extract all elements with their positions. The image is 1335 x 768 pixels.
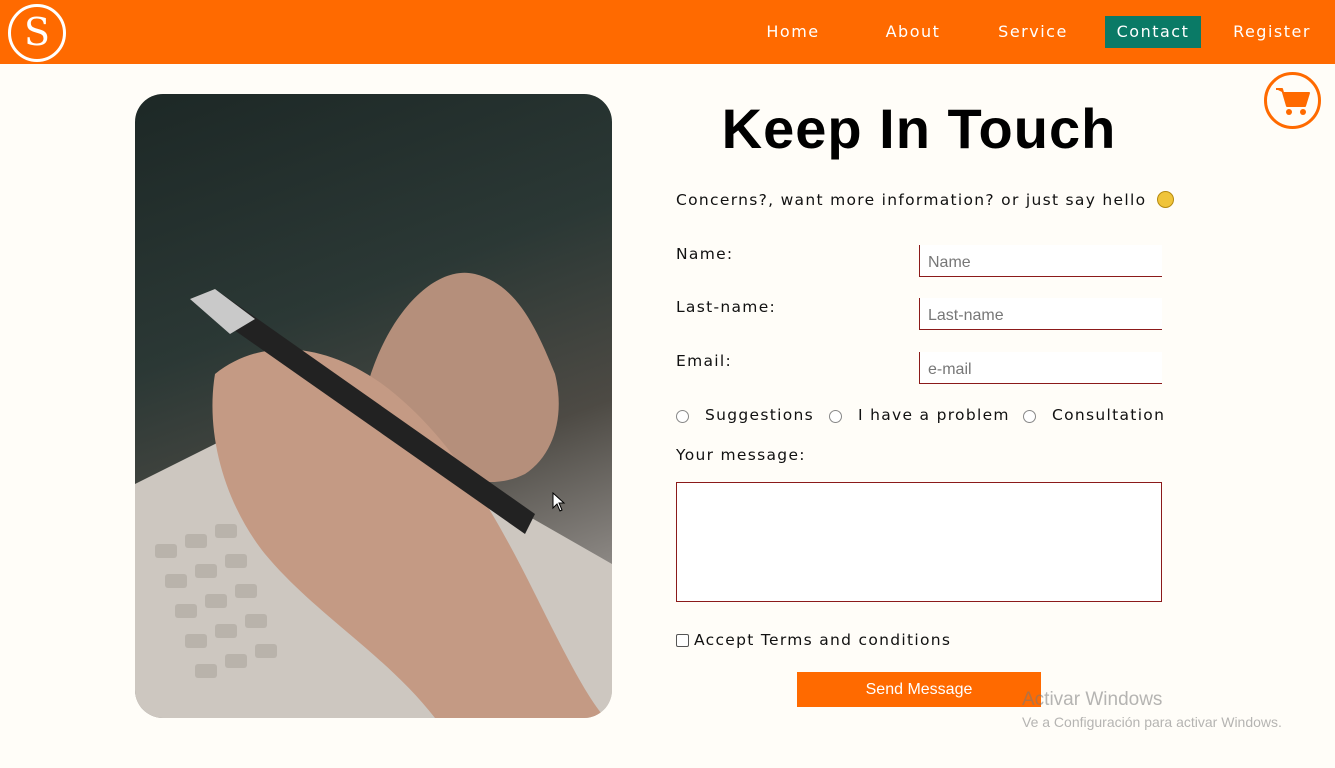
nav-home[interactable]: Home [753, 16, 833, 48]
hands-phone-illustration [135, 272, 612, 718]
message-label: Your message: [676, 446, 806, 464]
radio-suggestions-label[interactable]: Suggestions [705, 406, 814, 424]
email-label: Email: [676, 352, 733, 370]
name-label: Name: [676, 245, 734, 263]
last-name-input[interactable] [919, 298, 1162, 330]
nav-register[interactable]: Register [1229, 16, 1315, 48]
contact-photo [135, 94, 612, 718]
shopping-cart-icon [1275, 87, 1310, 115]
site-logo[interactable]: S [8, 4, 66, 62]
terms-label[interactable]: Accept Terms and conditions [694, 631, 951, 649]
cart-button[interactable] [1264, 72, 1321, 129]
topic-radio-group: Suggestions I have a problem Consultatio… [676, 404, 1165, 428]
windows-activation-title: Activar Windows [1022, 689, 1163, 710]
windows-activation-subtitle: Ve a Configuración para activar Windows. [1022, 714, 1282, 730]
radio-consultation[interactable] [1023, 410, 1036, 423]
page-title: Keep In Touch [721, 97, 1117, 160]
radio-suggestions[interactable] [676, 410, 689, 423]
radio-problem[interactable] [829, 410, 842, 423]
nav-contact[interactable]: Contact [1105, 16, 1201, 48]
radio-problem-label[interactable]: I have a problem [858, 406, 1010, 424]
nav-service[interactable]: Service [993, 16, 1073, 48]
logo-letter: S [23, 9, 51, 54]
name-input[interactable] [919, 245, 1162, 277]
smiley-emoji-icon [1156, 191, 1174, 208]
send-message-button[interactable]: Send Message [797, 672, 1041, 707]
nav-about[interactable]: About [873, 16, 953, 48]
terms-checkbox[interactable] [676, 634, 689, 647]
last-name-label: Last-name: [676, 298, 777, 316]
email-input[interactable] [919, 352, 1162, 384]
form-subtitle: Concerns?, want more information? or jus… [676, 191, 1174, 209]
top-navbar: S Home About Service Contact Register [0, 0, 1335, 64]
subtitle-text: Concerns?, want more information? or jus… [676, 191, 1147, 209]
radio-consultation-label[interactable]: Consultation [1052, 406, 1165, 424]
mouse-cursor-icon [552, 492, 566, 512]
message-textarea[interactable] [676, 482, 1162, 602]
